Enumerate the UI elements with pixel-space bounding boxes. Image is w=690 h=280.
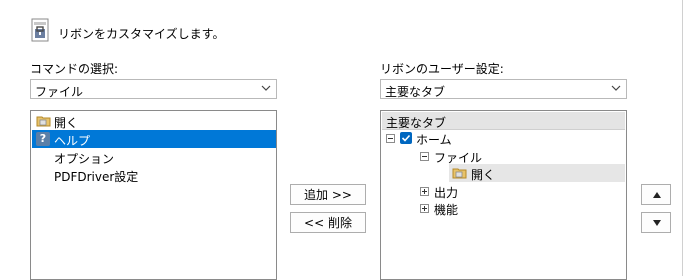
tree-item-function[interactable]: 機能	[434, 201, 458, 218]
list-item-label: ヘルプ	[54, 134, 91, 148]
add-button-label: 追加 >>	[304, 187, 352, 202]
tree-item-home[interactable]: ホーム	[416, 131, 452, 148]
ribbon-tabs-dropdown-value: 主要なタブ	[385, 85, 446, 99]
tree-item-open[interactable]: 開く	[471, 166, 495, 183]
add-button[interactable]: 追加 >>	[290, 184, 366, 205]
checkbox-checked-icon[interactable]	[400, 132, 412, 144]
remove-button-label: << 削除	[304, 215, 352, 230]
list-item-label: PDFDriver設定	[54, 170, 139, 184]
list-item[interactable]: PDFDriver設定	[32, 166, 276, 184]
commands-dropdown[interactable]: ファイル	[30, 79, 277, 99]
list-item[interactable]: オプション	[32, 148, 276, 166]
window-edge	[682, 0, 683, 276]
ribbon-tree[interactable]: 主要なタブ ホーム ファイル 開く 出力 機能	[380, 110, 627, 280]
help-icon: ?	[36, 132, 50, 146]
triangle-down-icon	[653, 220, 661, 226]
open-folder-icon	[36, 114, 52, 128]
remove-button[interactable]: << 削除	[290, 212, 366, 233]
collapse-icon[interactable]	[420, 152, 429, 161]
list-item[interactable]: 開く	[32, 112, 276, 130]
open-folder-icon	[452, 166, 468, 180]
tree-item-output[interactable]: 出力	[434, 184, 458, 201]
triangle-up-icon	[653, 192, 661, 198]
collapse-icon[interactable]	[386, 134, 395, 143]
list-item-label: オプション	[54, 152, 115, 166]
expand-icon[interactable]	[420, 187, 429, 196]
chevron-down-icon	[611, 85, 621, 91]
expand-icon[interactable]	[420, 204, 429, 213]
commands-label: コマンドの選択:	[30, 62, 119, 76]
move-up-button[interactable]	[641, 184, 671, 205]
commands-list[interactable]: 開く ? ヘルプ オプション PDFDriver設定	[30, 110, 277, 280]
ribbon-customize-icon	[30, 18, 50, 44]
tree-header-label: 主要なタブ	[386, 116, 447, 130]
ribbon-tabs-dropdown[interactable]: 主要なタブ	[380, 79, 627, 99]
move-down-button[interactable]	[641, 212, 671, 233]
page-title: リボンをカスタマイズします。	[58, 27, 225, 41]
list-item-label: 開く	[54, 116, 79, 130]
chevron-down-icon	[261, 85, 271, 91]
ribbon-settings-label: リボンのユーザー設定:	[380, 62, 504, 76]
commands-dropdown-value: ファイル	[35, 85, 84, 99]
tree-header: 主要なタブ	[382, 112, 625, 130]
list-item[interactable]: ? ヘルプ	[32, 130, 276, 148]
